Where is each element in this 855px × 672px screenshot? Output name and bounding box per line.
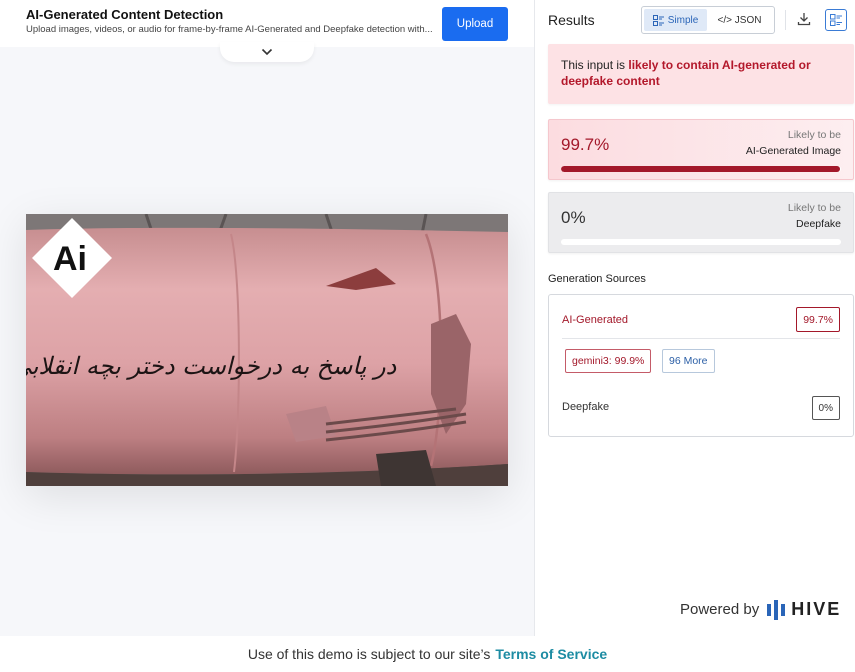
json-view-tab[interactable]: </> JSON bbox=[707, 9, 772, 31]
generation-sources-box: AI-Generated 99.7% gemini3: 99.9% 96 Mor… bbox=[548, 294, 854, 437]
upload-button[interactable]: Upload bbox=[442, 7, 508, 41]
more-models-chip[interactable]: 96 More bbox=[662, 349, 715, 373]
header-bar: AI-Generated Content Detection Upload im… bbox=[0, 0, 534, 47]
ai-score-caption: Likely to be bbox=[787, 129, 841, 141]
hive-brand: HIVE bbox=[791, 599, 842, 619]
ai-badge-text: Ai bbox=[53, 240, 87, 278]
pipe-inscription: در پاسخ به درخواست دختر بچه انقلابی bbox=[26, 352, 397, 380]
gen-ai-label: AI-Generated bbox=[562, 314, 629, 326]
ai-score-percent: 99.7% bbox=[561, 135, 610, 154]
simple-view-tab[interactable]: Simple bbox=[644, 9, 708, 31]
gen-ai-score-badge: 99.7% bbox=[796, 307, 840, 332]
ai-score-bar bbox=[561, 166, 841, 172]
simple-view-label: Simple bbox=[667, 14, 699, 26]
deepfake-score-label: Deepfake bbox=[796, 218, 841, 230]
view-toggle: Simple </> JSON bbox=[641, 6, 775, 34]
ai-watermark-badge: Ai bbox=[30, 216, 114, 300]
powered-by-text: Powered by bbox=[680, 601, 760, 618]
chevron-down-icon bbox=[261, 43, 273, 61]
app-title: AI-Generated Content Detection bbox=[26, 7, 224, 22]
toolbar-divider bbox=[785, 10, 786, 30]
download-icon[interactable] bbox=[797, 12, 811, 31]
ai-score-bar-fill bbox=[561, 166, 841, 172]
ai-generated-score-card: 99.7% Likely to be AI-Generated Image bbox=[548, 119, 854, 180]
divider bbox=[562, 338, 840, 339]
deepfake-score-bar bbox=[561, 239, 841, 245]
collapse-toggle[interactable] bbox=[220, 42, 314, 62]
footer-text: Use of this demo is subject to our site’… bbox=[247, 646, 491, 662]
deepfake-score-card: 0% Likely to be Deepfake bbox=[548, 192, 854, 253]
generation-sources-title: Generation Sources bbox=[548, 273, 646, 285]
ai-score-label: AI-Generated Image bbox=[745, 145, 841, 157]
terms-of-service-link[interactable]: Terms of Service bbox=[495, 646, 607, 662]
media-pane: AI-Generated Content Detection Upload im… bbox=[0, 0, 534, 636]
results-title: Results bbox=[548, 12, 595, 28]
results-pane: Results Simple </> JSON This input is li… bbox=[534, 0, 855, 636]
powered-by[interactable]: Powered by HIVE bbox=[680, 599, 841, 620]
gen-deepfake-label: Deepfake bbox=[562, 401, 610, 413]
hive-logo-icon bbox=[767, 599, 786, 620]
deepfake-score-caption: Likely to be bbox=[787, 202, 841, 214]
model-chip-gemini3[interactable]: gemini3: 99.9% bbox=[565, 349, 652, 373]
footer: Use of this demo is subject to our site’… bbox=[0, 636, 855, 672]
app-subtitle: Upload images, videos, or audio for fram… bbox=[26, 24, 433, 35]
gen-deepfake-score-badge: 0% bbox=[811, 396, 840, 420]
verdict-banner: This input is likely to contain AI-gener… bbox=[548, 44, 854, 104]
simple-view-icon bbox=[652, 14, 664, 26]
layout-icon[interactable] bbox=[825, 9, 847, 31]
verdict-prefix: This input is bbox=[561, 58, 629, 72]
deepfake-score-percent: 0% bbox=[561, 208, 586, 227]
